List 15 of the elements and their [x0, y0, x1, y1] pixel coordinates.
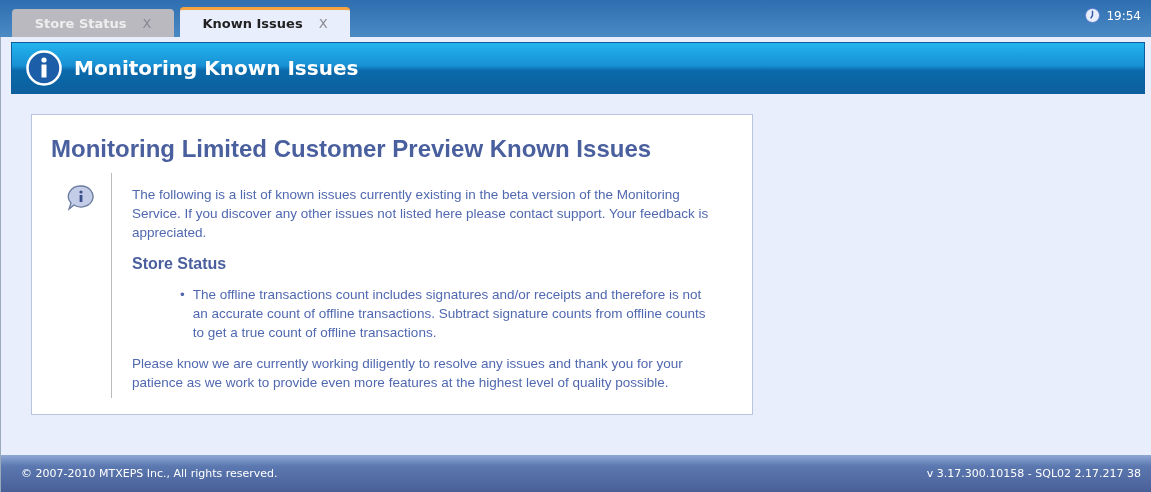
info-bubble-icon [66, 183, 96, 213]
copyright-text: © 2007-2010 MTXEPS Inc., All rights reserved. [21, 467, 278, 480]
section-heading: Store Status [132, 254, 228, 273]
tab-close[interactable]: X [318, 16, 328, 31]
bullet: • [180, 286, 185, 304]
version-text: v 3.17.300.10158 - SQL02 2.17.217 38 [926, 467, 1141, 480]
closing-paragraph: Please know we are currently working diligently to resolve any issues and thank you for your patience as we work to provide even more features at the highest level of quality possible. [132, 355, 684, 392]
intro-paragraph: The following is a list of known issues currently existing in the beta version of the Monitoring Service. If you discover any other issues not listed here please contact support. Your feedback is appreciated. [132, 186, 710, 242]
clock-time: 19:54 [1106, 8, 1141, 23]
clock-icon [1085, 8, 1101, 23]
tab[interactable]: Known Issues X [180, 7, 350, 37]
issue-item: The offline transactions count includes signatures and/or receipts and therefore is not an accurate count of offline transactions. Subtract signature counts from offline counts to get a true count of offline transactions. [192, 286, 707, 342]
header-title: Monitoring Known Issues [74, 56, 359, 80]
notice-title: Monitoring Limited Customer Preview Known Issues [51, 135, 653, 163]
info-icon [26, 50, 62, 86]
